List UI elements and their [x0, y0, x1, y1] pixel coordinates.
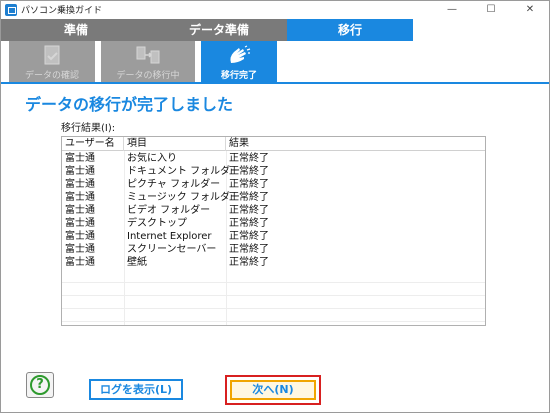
cell-user: 富士通	[65, 231, 95, 242]
hands-clap-icon	[230, 45, 251, 63]
app-window: パソコン乗換ガイド — ☐ ✕ 準備 データ準備 移行 データの確認 データの移…	[0, 0, 550, 413]
page-title: データの移行が完了しました	[25, 95, 234, 114]
cell-user: 富士通	[65, 153, 95, 164]
maximize-button[interactable]: ☐	[476, 1, 506, 19]
app-icon	[5, 4, 17, 16]
document-check-icon	[44, 45, 60, 65]
cell-result: 正常終了	[229, 218, 269, 229]
cell-result: 正常終了	[229, 231, 269, 242]
grid-line	[62, 321, 485, 322]
next-button-highlight: 次へ(N)	[225, 375, 321, 405]
cell-item: ミュージック フォルダー	[127, 192, 240, 203]
cell-item: ドキュメント フォルダー	[127, 166, 241, 177]
show-log-button[interactable]: ログを表示(L)	[89, 379, 183, 400]
grid-line	[62, 282, 485, 283]
column-header-user[interactable]: ユーザー名	[62, 137, 124, 151]
title-bar: パソコン乗換ガイド — ☐ ✕	[1, 1, 549, 19]
column-header-item[interactable]: 項目	[124, 137, 226, 151]
substep-complete: 移行完了	[201, 41, 277, 83]
table-row[interactable]: 富士通 ピクチャ フォルダー 正常終了	[62, 178, 485, 191]
substep-data-check: データの確認	[9, 41, 95, 83]
cell-result: 正常終了	[229, 166, 269, 177]
cell-user: 富士通	[65, 244, 95, 255]
table-row[interactable]: 富士通 スクリーンセーバー 正常終了	[62, 243, 485, 256]
header-divider	[1, 82, 549, 84]
table-row[interactable]: 富士通 Internet Explorer 正常終了	[62, 230, 485, 243]
cell-result: 正常終了	[229, 257, 269, 268]
cell-user: 富士通	[65, 166, 95, 177]
cell-item: ビデオ フォルダー	[127, 205, 211, 216]
step-prepare: 準備	[1, 19, 151, 41]
help-icon: ?	[30, 375, 50, 395]
cell-result: 正常終了	[229, 205, 269, 216]
cell-user: 富士通	[65, 257, 95, 268]
cell-item: お気に入り	[127, 153, 177, 164]
table-header: ユーザー名 項目 結果	[62, 137, 485, 151]
step-data-prepare: データ準備	[139, 19, 299, 41]
table-row[interactable]: 富士通 壁紙 正常終了	[62, 256, 485, 269]
step-migrate: 移行	[287, 19, 413, 41]
minimize-button[interactable]: —	[437, 1, 467, 19]
cell-result: 正常終了	[229, 192, 269, 203]
step-progress-bar: 準備 データ準備 移行	[1, 19, 549, 41]
cell-user: 富士通	[65, 218, 95, 229]
cell-result: 正常終了	[229, 179, 269, 190]
cell-item: デスクトップ	[127, 218, 187, 229]
result-label: 移行結果(I):	[61, 123, 116, 134]
cell-item: スクリーンセーバー	[127, 244, 217, 255]
transfer-icon	[136, 46, 160, 64]
column-header-result[interactable]: 結果	[226, 137, 485, 151]
close-button[interactable]: ✕	[515, 1, 545, 19]
table-row[interactable]: 富士通 ドキュメント フォルダー 正常終了	[62, 165, 485, 178]
cell-user: 富士通	[65, 179, 95, 190]
cell-result: 正常終了	[229, 153, 269, 164]
cell-item: 壁紙	[127, 257, 147, 268]
help-button[interactable]: ?	[26, 372, 54, 398]
table-row[interactable]: 富士通 デスクトップ 正常終了	[62, 217, 485, 230]
table-row[interactable]: 富士通 ビデオ フォルダー 正常終了	[62, 204, 485, 217]
window-title: パソコン乗換ガイド	[21, 6, 103, 16]
next-button[interactable]: 次へ(N)	[230, 380, 316, 400]
cell-user: 富士通	[65, 192, 95, 203]
grid-line	[62, 295, 485, 296]
cell-item: ピクチャ フォルダー	[127, 179, 221, 190]
table-row[interactable]: 富士通 お気に入り 正常終了	[62, 152, 485, 165]
cell-result: 正常終了	[229, 244, 269, 255]
results-table[interactable]: ユーザー名 項目 結果 富士通 お気に入り 正常終了 富士通 ドキュメント フォ…	[61, 136, 486, 326]
substep-data-transfer: データの移行中	[101, 41, 195, 83]
grid-line	[62, 308, 485, 309]
cell-item: Internet Explorer	[127, 231, 212, 242]
substep-bar: データの確認 データの移行中 移行完了	[1, 41, 549, 83]
table-row[interactable]: 富士通 ミュージック フォルダー 正常終了	[62, 191, 485, 204]
cell-user: 富士通	[65, 205, 95, 216]
